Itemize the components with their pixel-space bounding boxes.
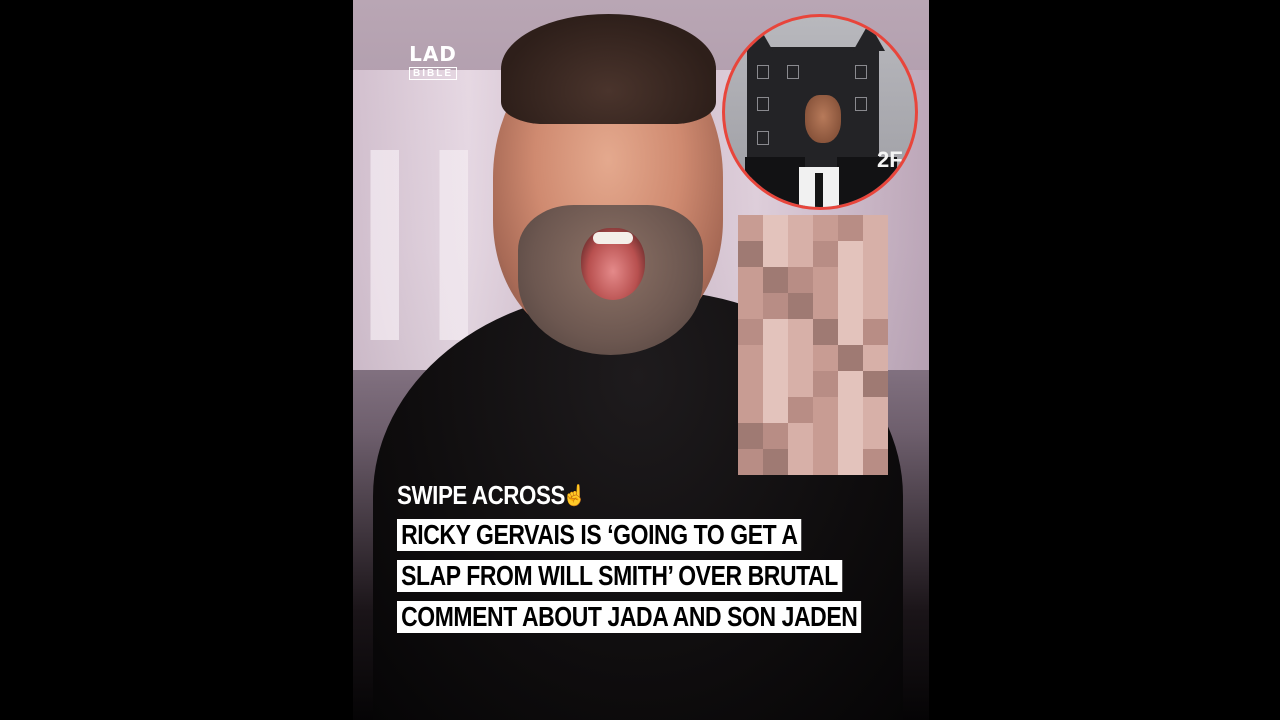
pixelated-gesture (738, 215, 888, 475)
castle-window (855, 65, 867, 79)
headline-line: COMMENT ABOUT JADA AND SON JADEN (397, 601, 862, 633)
castle-window (787, 65, 799, 79)
castle-window (757, 97, 769, 111)
inset-face (805, 95, 841, 143)
inset-suit (745, 157, 805, 207)
person-hair (501, 14, 716, 124)
headline: RICKY GERVAIS IS ‘GOING TO GET A SLAP FR… (397, 519, 897, 642)
swipe-label: SWIPE ACROSS (397, 480, 565, 510)
swipe-prompt: SWIPE ACROSS ☝ (397, 480, 897, 511)
castle-window (757, 131, 769, 145)
swipe-hand-icon: ☝ (562, 485, 588, 507)
post-image[interactable]: LAD BIBLE 2F SWIPE ACROSS ☝ RICKY GERVAI… (353, 0, 929, 720)
caption-block: SWIPE ACROSS ☝ RICKY GERVAIS IS ‘GOING T… (397, 480, 897, 642)
inset-sign-text: 2F (877, 147, 903, 172)
headline-line: RICKY GERVAIS IS ‘GOING TO GET A (397, 519, 802, 551)
person-teeth (593, 232, 633, 244)
castle-window (757, 65, 769, 79)
ladbible-logo: LAD BIBLE (395, 42, 471, 80)
inset-photo: 2F (722, 14, 918, 210)
headline-line: SLAP FROM WILL SMITH’ OVER BRUTAL (397, 560, 842, 592)
logo-top-text: LAD (409, 42, 457, 66)
castle-window (855, 97, 867, 111)
inset-tie (815, 173, 823, 207)
logo-bottom-text: BIBLE (409, 67, 457, 80)
